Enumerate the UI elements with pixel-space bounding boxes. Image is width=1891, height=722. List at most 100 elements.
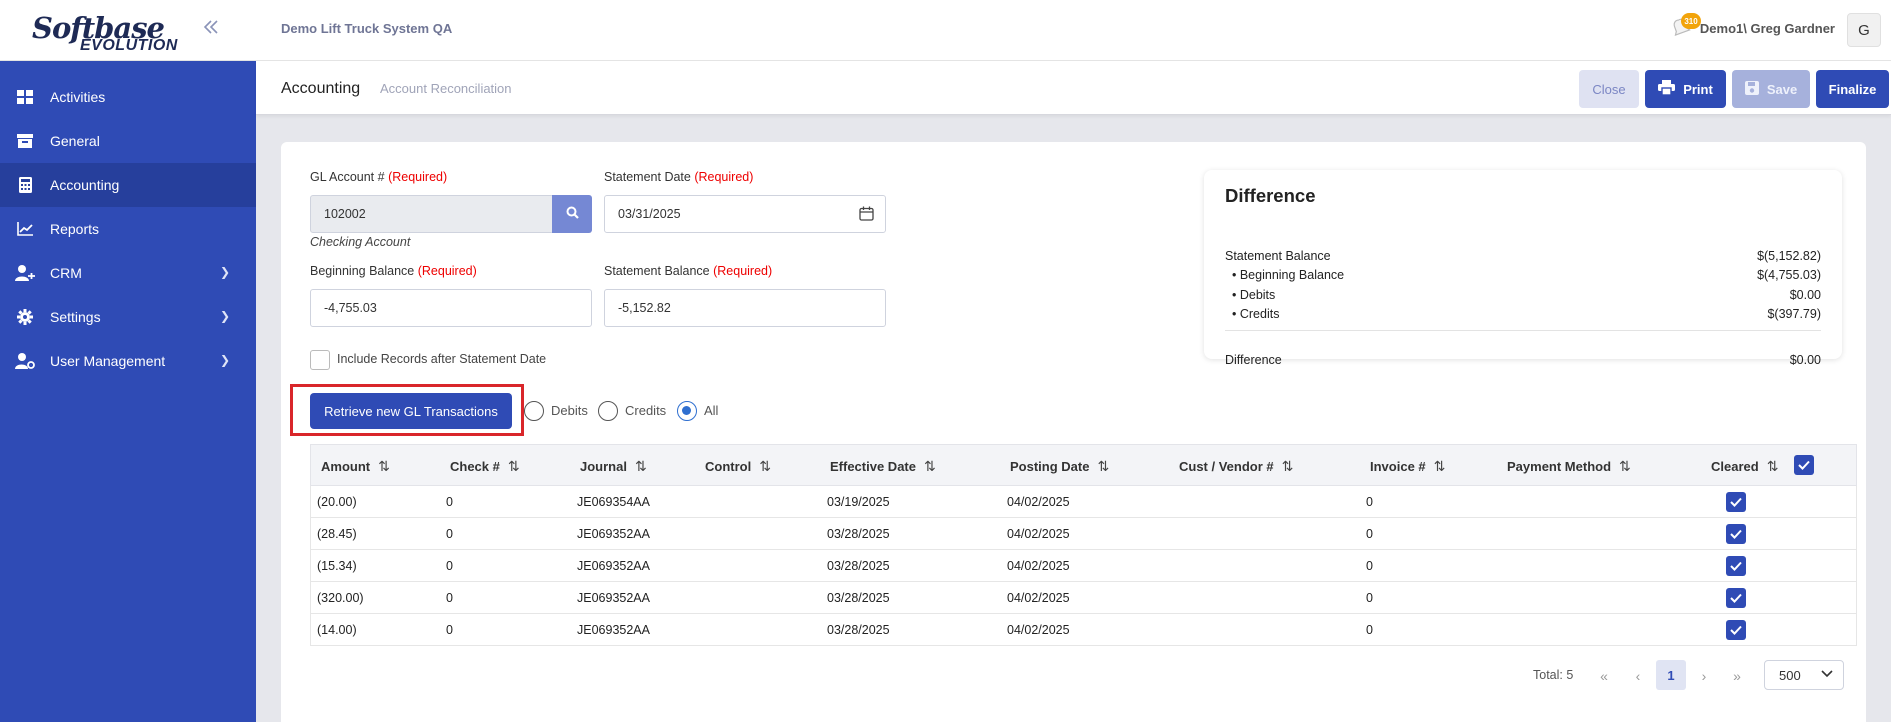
column-header-cleared[interactable]: Cleared ⇅ bbox=[1711, 458, 1778, 475]
finalize-button[interactable]: Finalize bbox=[1816, 70, 1889, 108]
print-button[interactable]: Print bbox=[1645, 70, 1726, 108]
sidebar-item-crm[interactable]: CRM ❯ bbox=[0, 251, 256, 295]
required-marker: (Required) bbox=[417, 264, 477, 278]
column-label: Cleared bbox=[1711, 459, 1759, 474]
difference-row-label: • Beginning Balance bbox=[1232, 268, 1345, 282]
include-records-label: Include Records after Statement Date bbox=[337, 352, 547, 366]
cell-effective-date: 03/28/2025 bbox=[827, 527, 890, 541]
sidebar-item-general[interactable]: General bbox=[0, 119, 256, 163]
required-marker: (Required) bbox=[713, 264, 773, 278]
checkmark-icon bbox=[1730, 593, 1742, 603]
radio-debits[interactable] bbox=[524, 401, 544, 421]
table-row[interactable]: (15.34) 0 JE069352AA 03/28/2025 04/02/2025 0 bbox=[310, 550, 1857, 582]
select-all-cleared-checkbox[interactable] bbox=[1794, 455, 1814, 475]
cell-posting-date: 04/02/2025 bbox=[1007, 623, 1070, 637]
cell-effective-date: 03/28/2025 bbox=[827, 591, 890, 605]
breadcrumb: Account Reconciliation bbox=[380, 81, 512, 96]
column-header-amount[interactable]: Amount ⇅ bbox=[321, 458, 390, 475]
avatar[interactable]: G bbox=[1847, 13, 1881, 47]
next-page-button[interactable]: › bbox=[1691, 663, 1717, 689]
collapse-sidebar-icon[interactable] bbox=[202, 18, 220, 42]
gl-account-search-button[interactable] bbox=[552, 195, 592, 233]
close-button[interactable]: Close bbox=[1579, 70, 1639, 108]
column-label: Amount bbox=[321, 459, 371, 474]
sort-icon[interactable]: ⇅ bbox=[1434, 458, 1446, 474]
current-page-button[interactable]: 1 bbox=[1656, 660, 1686, 690]
cleared-checkbox[interactable] bbox=[1726, 588, 1746, 608]
sort-icon[interactable]: ⇅ bbox=[1282, 458, 1294, 474]
column-header-cust-vendor[interactable]: Cust / Vendor # ⇅ bbox=[1179, 458, 1293, 475]
prev-page-button[interactable]: ‹ bbox=[1625, 663, 1651, 689]
cell-check: 0 bbox=[446, 623, 453, 637]
column-header-effective-date[interactable]: Effective Date ⇅ bbox=[830, 458, 936, 475]
radio-credits-label: Credits bbox=[625, 403, 667, 418]
column-header-check[interactable]: Check # ⇅ bbox=[450, 458, 520, 475]
sidebar-item-accounting[interactable]: Accounting bbox=[0, 163, 256, 207]
cleared-checkbox[interactable] bbox=[1726, 524, 1746, 544]
sidebar-item-settings[interactable]: Settings ❯ bbox=[0, 295, 256, 339]
statement-balance-input[interactable]: -5,152.82 bbox=[604, 289, 886, 327]
column-header-control[interactable]: Control ⇅ bbox=[705, 458, 771, 475]
cell-check: 0 bbox=[446, 527, 453, 541]
calculator-icon bbox=[15, 177, 35, 193]
sort-icon[interactable]: ⇅ bbox=[924, 458, 936, 474]
table-row[interactable]: (320.00) 0 JE069352AA 03/28/2025 04/02/2025 0 bbox=[310, 582, 1857, 614]
cleared-checkbox[interactable] bbox=[1726, 492, 1746, 512]
column-header-invoice[interactable]: Invoice # ⇅ bbox=[1370, 458, 1445, 475]
save-button[interactable]: Save bbox=[1732, 70, 1810, 108]
last-page-button[interactable]: » bbox=[1724, 663, 1750, 689]
sort-icon[interactable]: ⇅ bbox=[1767, 458, 1779, 474]
notification-badge: 310 bbox=[1681, 13, 1701, 29]
sidebar-item-reports[interactable]: Reports bbox=[0, 207, 256, 251]
sidebar-item-label: Reports bbox=[50, 221, 100, 237]
column-label: Effective Date bbox=[830, 459, 916, 474]
beginning-balance-input[interactable]: -4,755.03 bbox=[310, 289, 592, 327]
cleared-checkbox[interactable] bbox=[1726, 620, 1746, 640]
cell-invoice: 0 bbox=[1366, 527, 1373, 541]
notification-bell-icon[interactable]: 310 bbox=[1669, 13, 1701, 38]
table-row[interactable]: (20.00) 0 JE069354AA 03/19/2025 04/02/2025 0 bbox=[310, 486, 1857, 518]
printer-icon bbox=[1658, 80, 1676, 98]
sort-icon[interactable]: ⇅ bbox=[1097, 458, 1109, 474]
beginning-balance-value: -4,755.03 bbox=[324, 301, 377, 315]
sort-icon[interactable]: ⇅ bbox=[378, 458, 390, 474]
table-row[interactable]: (28.45) 0 JE069352AA 03/28/2025 04/02/2025 0 bbox=[310, 518, 1857, 550]
cleared-checkbox[interactable] bbox=[1726, 556, 1746, 576]
cell-posting-date: 04/02/2025 bbox=[1007, 591, 1070, 605]
gl-account-label: GL Account # (Required) bbox=[310, 170, 447, 184]
radio-all[interactable] bbox=[677, 401, 697, 421]
column-header-journal[interactable]: Journal ⇅ bbox=[580, 458, 647, 475]
cell-check: 0 bbox=[446, 495, 453, 509]
column-header-payment-method[interactable]: Payment Method ⇅ bbox=[1507, 458, 1631, 475]
calendar-icon[interactable] bbox=[859, 206, 874, 224]
user-name[interactable]: Demo1\ Greg Gardner bbox=[1700, 21, 1835, 36]
include-records-checkbox[interactable] bbox=[310, 350, 330, 370]
chevron-right-icon: ❯ bbox=[219, 309, 230, 323]
sidebar-item-user-management[interactable]: User Management ❯ bbox=[0, 339, 256, 383]
cell-invoice: 0 bbox=[1366, 591, 1373, 605]
checkmark-icon bbox=[1730, 529, 1742, 539]
page-size-select[interactable]: 500 bbox=[1764, 660, 1844, 690]
first-page-button[interactable]: « bbox=[1591, 663, 1617, 689]
sort-icon[interactable]: ⇅ bbox=[508, 458, 520, 474]
radio-credits[interactable] bbox=[598, 401, 618, 421]
cell-journal: JE069354AA bbox=[577, 495, 650, 509]
sort-icon[interactable]: ⇅ bbox=[635, 458, 647, 474]
table-row[interactable]: (14.00) 0 JE069352AA 03/28/2025 04/02/2025 0 bbox=[310, 614, 1857, 646]
column-header-posting-date[interactable]: Posting Date ⇅ bbox=[1010, 458, 1109, 475]
statement-date-input[interactable]: 03/31/2025 bbox=[604, 195, 886, 233]
cell-journal: JE069352AA bbox=[577, 591, 650, 605]
sidebar-item-label: General bbox=[50, 133, 100, 149]
difference-row-label: Statement Balance bbox=[1225, 249, 1331, 263]
retrieve-gl-transactions-button[interactable]: Retrieve new GL Transactions bbox=[310, 393, 512, 429]
required-marker: (Required) bbox=[388, 170, 448, 184]
sidebar-item-activities[interactable]: Activities bbox=[0, 75, 256, 119]
gl-account-input[interactable]: 102002 bbox=[310, 195, 554, 233]
gl-account-label-text: GL Account # bbox=[310, 170, 385, 184]
save-button-label: Save bbox=[1766, 81, 1798, 97]
difference-panel: Difference Statement Balance $(5,152.82)… bbox=[1204, 170, 1842, 367]
statement-date-label: Statement Date (Required) bbox=[604, 170, 753, 184]
difference-total-value: $0.00 bbox=[1789, 353, 1821, 367]
sort-icon[interactable]: ⇅ bbox=[1619, 458, 1631, 474]
sort-icon[interactable]: ⇅ bbox=[759, 458, 771, 474]
